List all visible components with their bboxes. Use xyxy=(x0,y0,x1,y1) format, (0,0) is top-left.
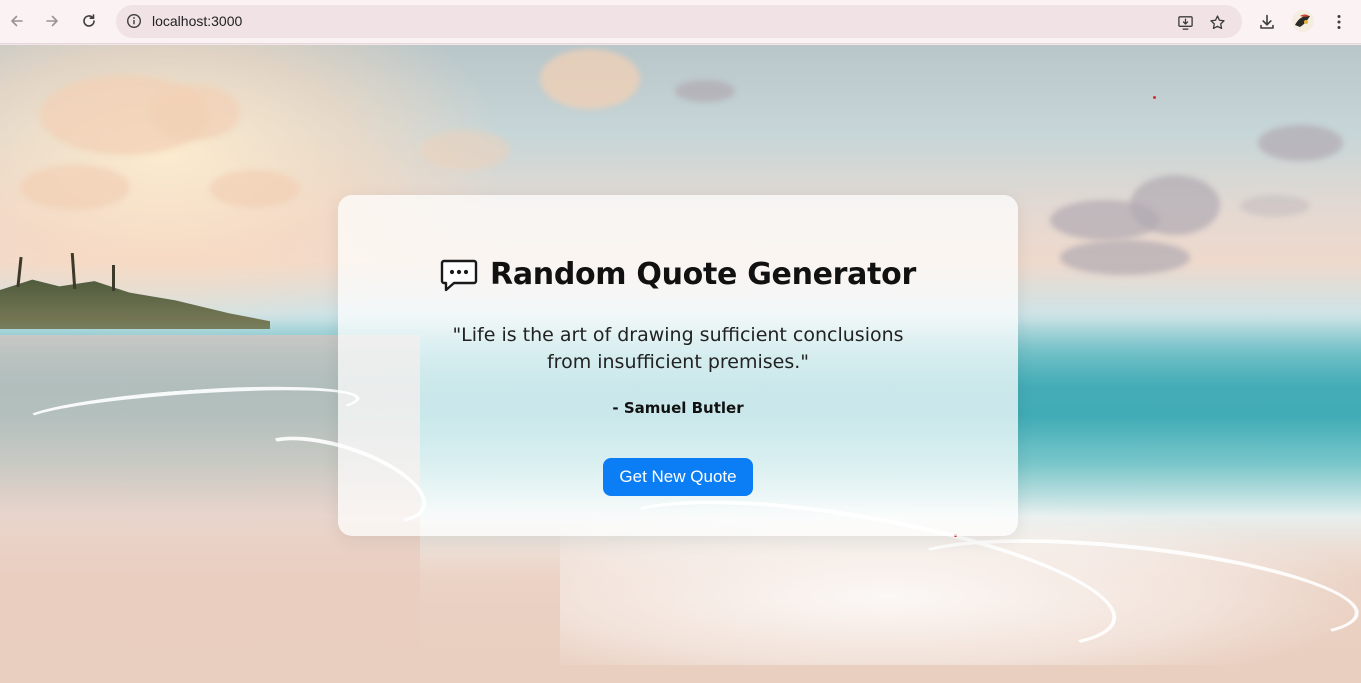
forward-button[interactable] xyxy=(39,8,65,34)
star-icon xyxy=(1209,14,1225,29)
page-title: Random Quote Generator xyxy=(490,257,916,292)
download-icon xyxy=(1260,14,1274,29)
bookmark-button[interactable] xyxy=(1206,11,1228,33)
site-info-button[interactable] xyxy=(124,11,144,31)
downloads-button[interactable] xyxy=(1254,9,1280,35)
card-header: Random Quote Generator xyxy=(338,257,1018,292)
profile-picture-icon xyxy=(1292,10,1314,32)
install-app-icon xyxy=(1177,15,1193,30)
arrow-right-icon xyxy=(46,15,58,27)
reload-icon xyxy=(83,14,95,27)
browser-menu-button[interactable] xyxy=(1326,9,1352,35)
address-bar[interactable]: localhost:3000 xyxy=(116,5,1242,38)
browser-toolbar: localhost:3000 xyxy=(0,0,1361,44)
arrow-left-icon xyxy=(11,15,23,27)
speech-bubble-icon xyxy=(440,258,478,292)
back-button[interactable] xyxy=(4,8,30,34)
install-app-button[interactable] xyxy=(1174,11,1196,33)
quote-author: - Samuel Butler xyxy=(612,399,744,417)
quote-card: Random Quote Generator "Life is the art … xyxy=(338,195,1018,536)
avatar[interactable] xyxy=(1292,10,1314,32)
kebab-menu-icon xyxy=(1337,15,1341,29)
get-new-quote-button[interactable]: Get New Quote xyxy=(603,458,753,496)
page-viewport: Random Quote Generator "Life is the art … xyxy=(0,45,1361,683)
url-text[interactable]: localhost:3000 xyxy=(152,13,242,29)
quote-text: "Life is the art of drawing sufficient c… xyxy=(452,324,904,373)
reload-button[interactable] xyxy=(76,8,102,34)
info-icon xyxy=(126,13,142,29)
